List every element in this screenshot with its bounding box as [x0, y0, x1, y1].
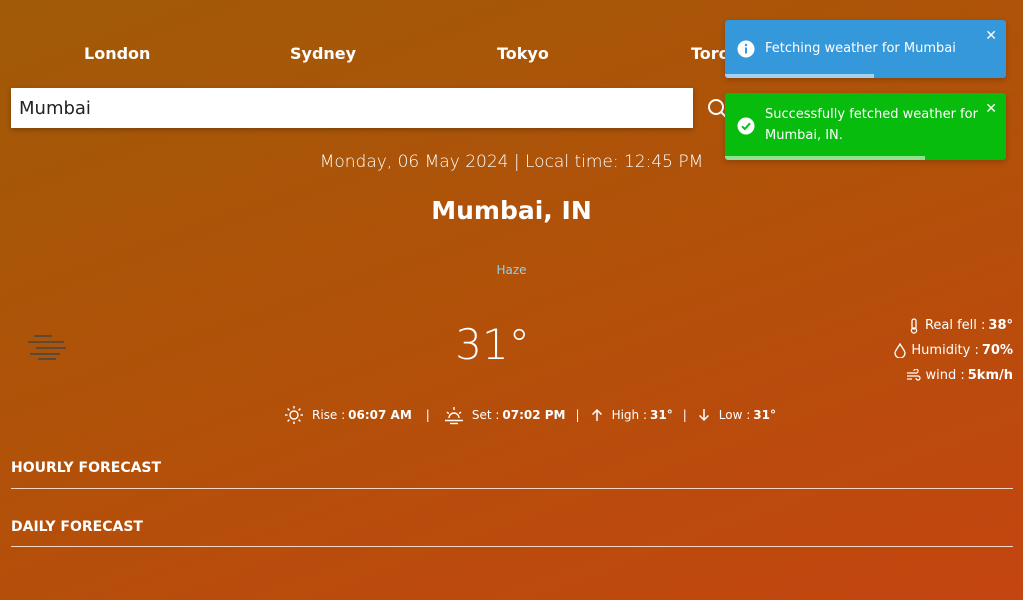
city-link-london[interactable]: London	[84, 44, 150, 63]
separator: |	[425, 408, 430, 422]
wind-row: wind : 5km/h	[894, 363, 1013, 388]
close-icon[interactable]: ✕	[985, 28, 997, 44]
divider	[11, 488, 1013, 489]
real-feel-label: Real fell :	[924, 318, 986, 333]
city-link-sydney[interactable]: Sydney	[290, 44, 356, 63]
temperature: 31°	[455, 320, 530, 369]
low-value: 31°	[753, 408, 776, 422]
high-label: High :	[611, 408, 647, 422]
separator: |	[575, 408, 580, 422]
thermometer-icon	[910, 317, 918, 334]
arrow-down-icon	[698, 409, 709, 422]
hourly-forecast-title: HOURLY FORECAST	[11, 460, 162, 476]
toast-progress-bar	[725, 156, 925, 160]
humidity-value: 70%	[981, 343, 1013, 358]
close-icon[interactable]: ✕	[985, 101, 997, 117]
toast-message: Fetching weather for Mumbai	[765, 41, 956, 56]
weather-condition: Haze	[496, 263, 527, 277]
check-circle-icon	[737, 117, 755, 135]
toast-progress-bar	[725, 74, 874, 78]
humidity-label: Humidity :	[911, 343, 979, 358]
wind-icon	[906, 369, 921, 381]
daily-forecast-title: DAILY FORECAST	[11, 519, 143, 535]
location-title: Mumbai, IN	[431, 196, 592, 225]
sunrise-icon	[285, 406, 303, 424]
weather-details: Real fell : 38° Humidity : 70% wind : 5k…	[894, 313, 1013, 388]
toast-message: Successfully fetched weather for Mumbai,…	[765, 107, 978, 143]
search-input[interactable]	[11, 88, 693, 128]
high-value: 31°	[650, 408, 673, 422]
low-label: Low :	[718, 408, 751, 422]
wind-value: 5km/h	[967, 368, 1013, 383]
arrow-up-icon	[591, 408, 602, 421]
humidity-row: Humidity : 70%	[894, 338, 1013, 363]
toast-info: Fetching weather for Mumbai ✕	[725, 20, 1006, 78]
sun-info-bar: Rise : 06:07 AM | Set : 07:02 PM | High …	[284, 405, 776, 425]
divider	[11, 546, 1013, 547]
toast-success: Successfully fetched weather for Mumbai,…	[725, 93, 1006, 160]
real-feel-value: 38°	[988, 318, 1013, 333]
droplet-icon	[894, 343, 907, 358]
sunset-value: 07:02 PM	[502, 408, 566, 422]
separator: |	[682, 408, 687, 422]
info-icon	[737, 40, 755, 58]
city-link-tokyo[interactable]: Tokyo	[497, 44, 549, 63]
sunset-icon	[444, 407, 463, 425]
real-feel-row: Real fell : 38°	[894, 313, 1013, 338]
wind-label: wind :	[925, 368, 965, 383]
sunrise-value: 06:07 AM	[348, 408, 412, 422]
sunrise-label: Rise :	[312, 408, 346, 422]
sunset-label: Set :	[471, 408, 500, 422]
search-bar	[11, 88, 693, 128]
